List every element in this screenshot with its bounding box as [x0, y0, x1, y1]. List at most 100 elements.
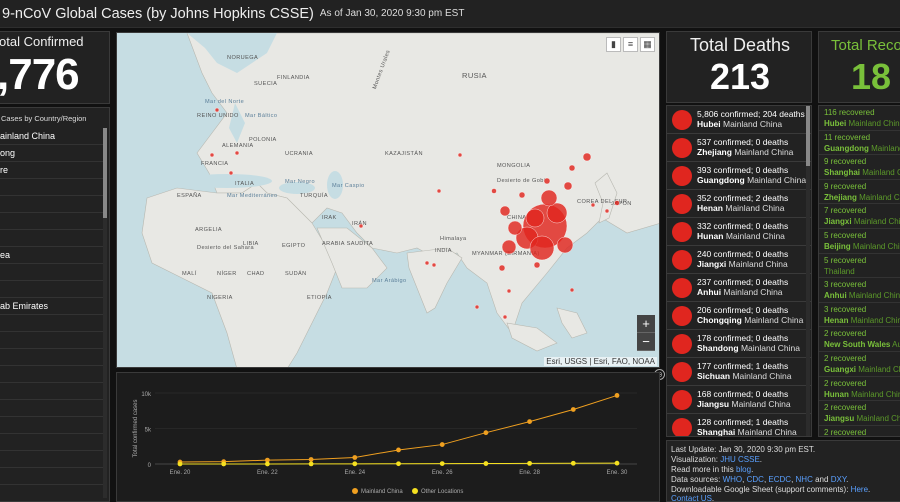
bubble[interactable]: [533, 261, 541, 269]
deaths-list-item[interactable]: 5,806 confirmed; 204 deaths Hubei Mainlan…: [667, 106, 811, 134]
deaths-list-item[interactable]: 237 confirmed; 0 deaths Anhui Mainland Ch…: [667, 274, 811, 302]
bookmark-icon[interactable]: ▮: [606, 37, 621, 52]
recovered-list-item[interactable]: 2 recoveredJiangsu Mainland China: [819, 401, 900, 426]
bubble[interactable]: [556, 236, 574, 254]
recovered-list-item[interactable]: 2 recoveredGuangxi Mainland China: [819, 352, 900, 377]
source-link-cdc[interactable]: CDC: [747, 475, 764, 484]
bubble[interactable]: [590, 202, 596, 208]
deaths-list-item[interactable]: 206 confirmed; 0 deaths Chongqing Mainlan…: [667, 302, 811, 330]
deaths-list-item[interactable]: 537 confirmed; 0 deaths Zhejiang Mainland…: [667, 134, 811, 162]
country-list-item[interactable]: [0, 315, 105, 332]
source-link-nhc[interactable]: NHC: [796, 475, 813, 484]
source-link-ecdc[interactable]: ECDC: [768, 475, 791, 484]
bubble[interactable]: [431, 262, 437, 268]
bubble[interactable]: [501, 239, 517, 255]
country-list-item[interactable]: [0, 434, 105, 451]
country-list-item[interactable]: [0, 196, 105, 213]
deaths-list-item[interactable]: 352 confirmed; 2 deaths Henan Mainland Ch…: [667, 190, 811, 218]
deaths-list-item[interactable]: 240 confirmed; 0 deaths Jiangxi Mainland …: [667, 246, 811, 274]
bubble[interactable]: [540, 189, 558, 207]
source-link-who[interactable]: WHO: [723, 475, 743, 484]
bubble[interactable]: [499, 205, 511, 217]
bubble[interactable]: [525, 208, 545, 228]
bubble[interactable]: [502, 314, 508, 320]
deaths-list-item[interactable]: 168 confirmed; 0 deaths Jiangsu Mainland …: [667, 386, 811, 414]
google-sheet-link[interactable]: Here: [851, 485, 868, 494]
country-list-item[interactable]: [0, 451, 105, 468]
bubble[interactable]: [234, 150, 240, 156]
bubble[interactable]: [568, 164, 576, 172]
country-list-item[interactable]: [0, 485, 105, 501]
scrollbar-thumb[interactable]: [103, 128, 107, 218]
recovered-list-item[interactable]: 2 recoveredHunan Mainland China: [819, 377, 900, 402]
bubble[interactable]: [569, 287, 575, 293]
recovered-list-item[interactable]: 5 recoveredBeijing Mainland China: [819, 229, 900, 254]
country-list-item[interactable]: [0, 349, 105, 366]
deaths-list-item[interactable]: 128 confirmed; 1 deaths Shanghai Mainland…: [667, 414, 811, 436]
deaths-list-item[interactable]: 177 confirmed; 1 deaths Sichuan Mainland …: [667, 358, 811, 386]
country-list-item[interactable]: ab Emirates: [0, 298, 105, 315]
country-list-item[interactable]: [0, 179, 105, 196]
zoom-in-button[interactable]: +: [637, 315, 655, 333]
bubble[interactable]: [498, 264, 506, 272]
recovered-list-item[interactable]: 5 recovered Thailand: [819, 254, 900, 279]
bubble[interactable]: [563, 181, 573, 191]
country-list-item[interactable]: [0, 332, 105, 349]
recovered-list-item[interactable]: 2 recovered: [819, 426, 900, 436]
country-list-item[interactable]: [0, 383, 105, 400]
bubble[interactable]: [474, 304, 480, 310]
recovered-list-item[interactable]: 116 recovered Hubei Mainland China: [819, 106, 900, 131]
country-list-item[interactable]: [0, 230, 105, 247]
map-panel[interactable]: RUSIA NORUEGA SUECIA FINLANDIA REINO UNIDO AL…: [116, 32, 660, 368]
bubble[interactable]: [424, 260, 430, 266]
recovered-list-item[interactable]: 9 recoveredZhejiang Mainland China: [819, 180, 900, 205]
country-list-item[interactable]: re: [0, 162, 105, 179]
region-name: Mainland China: [725, 203, 785, 213]
country-list-item[interactable]: ainland China: [0, 128, 105, 145]
country-list-item[interactable]: [0, 468, 105, 485]
country-list-item[interactable]: [0, 213, 105, 230]
bubble[interactable]: [228, 170, 234, 176]
deaths-list-scrollbar[interactable]: [806, 106, 810, 436]
basemap-gallery-icon[interactable]: ▦: [640, 37, 655, 52]
recovered-list-item[interactable]: 11 recoveredGuangdong Mainland China: [819, 131, 900, 156]
source-link-dxy[interactable]: DXY: [831, 475, 846, 484]
jhu-csse-link[interactable]: JHU CSSE: [720, 455, 760, 464]
zoom-out-button[interactable]: −: [637, 333, 655, 351]
bubble[interactable]: [614, 200, 620, 206]
bubble[interactable]: [209, 152, 215, 158]
bubble[interactable]: [457, 152, 463, 158]
country-list-item[interactable]: [0, 417, 105, 434]
blog-link[interactable]: blog: [736, 465, 751, 474]
bubble[interactable]: [214, 107, 220, 113]
country-list-item[interactable]: ong: [0, 145, 105, 162]
country-list-item[interactable]: [0, 366, 105, 383]
deaths-list-item[interactable]: 332 confirmed; 0 deaths Hunan Mainland Ch…: [667, 218, 811, 246]
country-list-item[interactable]: [0, 281, 105, 298]
bubble[interactable]: [518, 191, 526, 199]
contact-us-link[interactable]: Contact US: [671, 494, 712, 501]
country-list-item[interactable]: [0, 264, 105, 281]
deaths-list-item[interactable]: 393 confirmed; 0 deaths Guangdong Mainlan…: [667, 162, 811, 190]
case-bubbles[interactable]: [117, 33, 660, 368]
bubble[interactable]: [358, 223, 364, 229]
bubble[interactable]: [506, 288, 512, 294]
recovered-list-item[interactable]: 3 recoveredHenan Mainland China: [819, 303, 900, 328]
recovered-list-item[interactable]: 3 recovered Anhui Mainland China: [819, 278, 900, 303]
scrollbar-thumb[interactable]: [806, 106, 810, 166]
bubble[interactable]: [582, 152, 592, 162]
recovered-list-item[interactable]: 2 recoveredNew South Wales Australia: [819, 327, 900, 352]
recovered-list-item[interactable]: 9 recoveredShanghai Mainland China: [819, 155, 900, 180]
country-list-item[interactable]: [0, 400, 105, 417]
country-list-scrollbar[interactable]: [103, 128, 107, 498]
bubble[interactable]: [529, 235, 555, 261]
bubble[interactable]: [491, 188, 497, 194]
bubble[interactable]: [604, 208, 610, 214]
bubble[interactable]: [543, 177, 551, 185]
deaths-list-item[interactable]: 178 confirmed; 0 deaths Shandong Mainland…: [667, 330, 811, 358]
recovered-list-item[interactable]: 7 recoveredJiangxi Mainland China: [819, 204, 900, 229]
list-icon[interactable]: ≡: [623, 37, 638, 52]
bubble[interactable]: [436, 188, 442, 194]
bubble[interactable]: [507, 220, 523, 236]
country-list-item[interactable]: ea: [0, 247, 105, 264]
